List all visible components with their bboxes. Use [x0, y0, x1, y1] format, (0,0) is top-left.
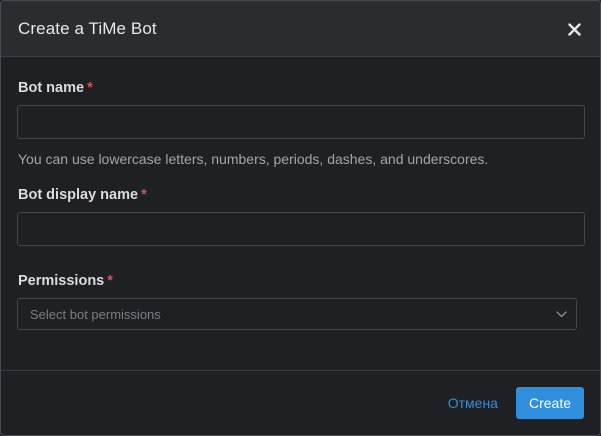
required-mark: *	[87, 80, 93, 96]
bot-name-help-text: You can use lowercase letters, numbers, …	[18, 151, 489, 167]
create-button[interactable]: Create	[515, 387, 584, 419]
bot-name-input[interactable]	[17, 105, 585, 139]
display-name-label: Bot display name *	[18, 187, 584, 205]
dialog-header: Create a TiMe Bot	[1, 1, 600, 57]
create-bot-dialog: Create a TiMe Bot Bot name * You can use …	[0, 0, 601, 436]
permissions-group: Permissions * Select bot permissions	[17, 273, 584, 330]
display-name-label-text: Bot display name	[18, 187, 139, 203]
permissions-label-text: Permissions	[18, 273, 105, 289]
chevron-down-icon	[555, 308, 567, 320]
close-button[interactable]	[564, 18, 584, 40]
permissions-label: Permissions *	[18, 273, 584, 291]
cancel-button[interactable]: Отмена	[448, 395, 498, 411]
required-mark: *	[141, 187, 147, 203]
dialog-body: Bot name * You can use lowercase letters,…	[1, 57, 600, 330]
bot-name-group: Bot name * You can use lowercase letters,…	[17, 80, 585, 169]
close-icon	[567, 16, 581, 41]
display-name-group: Bot display name *	[17, 187, 585, 246]
permissions-select[interactable]: Select bot permissions	[17, 298, 577, 330]
bot-name-label: Bot name *	[18, 80, 584, 98]
dialog-title: Create a TiMe Bot	[18, 18, 157, 38]
dialog-footer: Отмена Create	[1, 370, 600, 435]
bot-name-label-text: Bot name	[18, 80, 85, 96]
required-mark: *	[107, 273, 113, 289]
permissions-placeholder: Select bot permissions	[30, 306, 161, 322]
display-name-input[interactable]	[17, 212, 585, 246]
